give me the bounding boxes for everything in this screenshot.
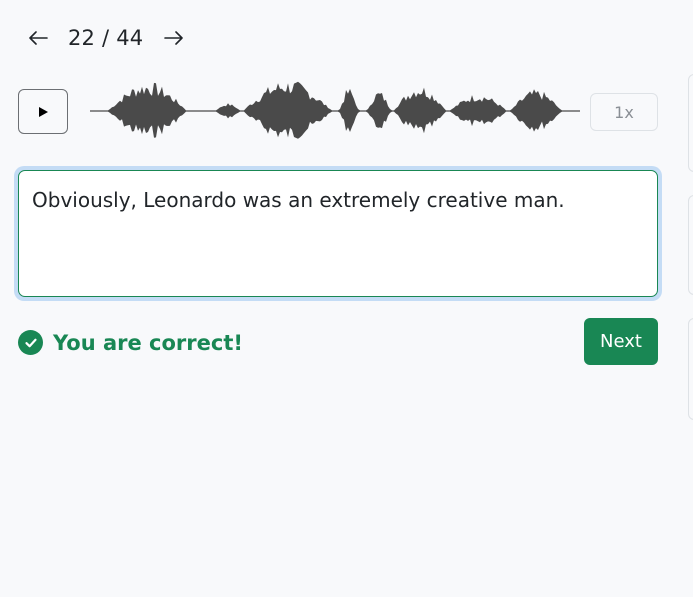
play-button[interactable] bbox=[18, 89, 68, 134]
current-question-number: 22 bbox=[68, 26, 96, 50]
side-panel-card-2[interactable] bbox=[688, 195, 693, 295]
audio-waveform[interactable] bbox=[90, 74, 580, 146]
waveform-shape bbox=[90, 81, 580, 139]
answer-input-focus-ring: Obviously, Leonardo was an extremely cre… bbox=[14, 166, 662, 301]
question-counter: 22 / 44 bbox=[68, 26, 143, 50]
result-message: You are correct! bbox=[18, 330, 243, 355]
next-question-arrow-button[interactable] bbox=[162, 24, 186, 52]
next-button[interactable]: Next bbox=[584, 318, 658, 365]
answer-input[interactable]: Obviously, Leonardo was an extremely cre… bbox=[18, 170, 658, 297]
result-text: You are correct! bbox=[53, 330, 243, 355]
playback-speed-button[interactable]: 1x bbox=[590, 93, 658, 131]
play-icon bbox=[39, 106, 48, 117]
pager-separator: / bbox=[102, 26, 110, 50]
side-panel-card-1[interactable] bbox=[688, 74, 693, 172]
arrow-left-icon bbox=[29, 31, 48, 45]
check-circle-icon bbox=[18, 330, 43, 355]
total-questions-number: 44 bbox=[116, 26, 144, 50]
prev-question-button[interactable] bbox=[26, 24, 50, 52]
arrow-right-icon bbox=[164, 31, 184, 45]
question-pager: 22 / 44 bbox=[26, 24, 186, 52]
side-panel-card-3[interactable] bbox=[688, 318, 693, 420]
